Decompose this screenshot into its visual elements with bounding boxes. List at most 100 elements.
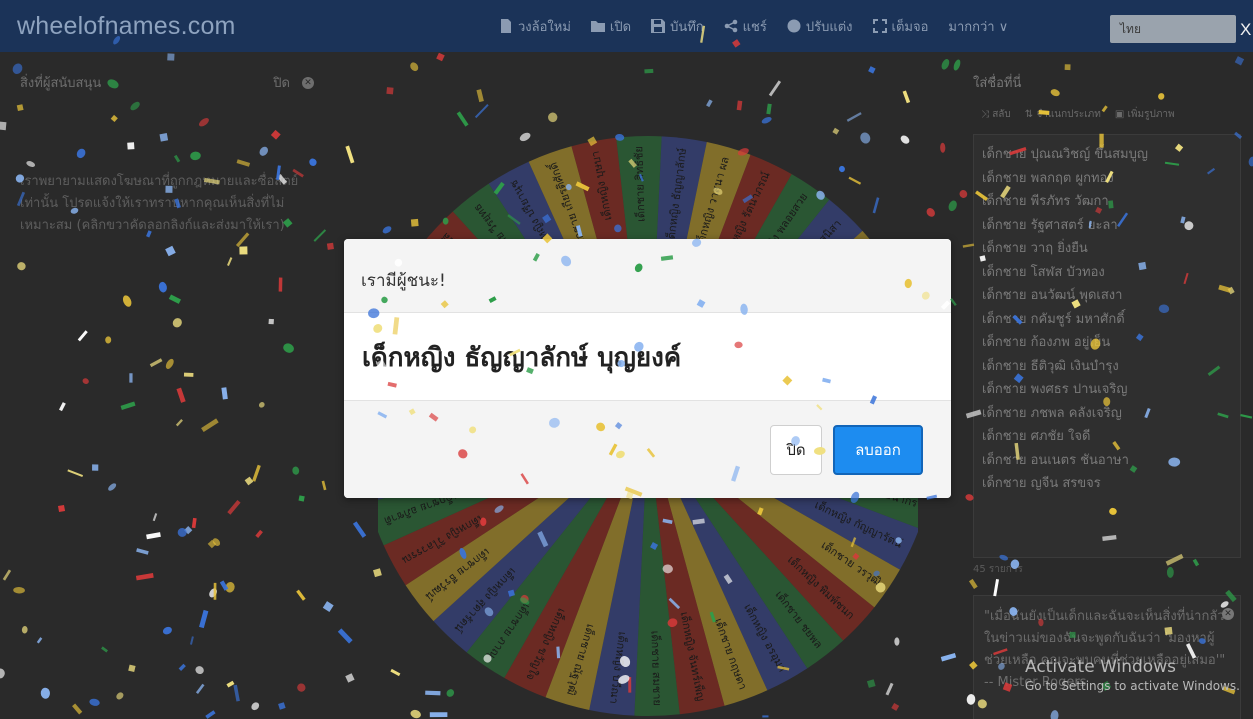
sponsor-header: สิ่งที่ผู้สนับสนุน ปิด ✕ — [20, 72, 320, 93]
sponsor-title: สิ่งที่ผู้สนับสนุน — [20, 76, 102, 91]
confetti-piece — [1248, 156, 1253, 167]
sort-button[interactable]: ⇅ จำแนกประเภท — [1025, 107, 1101, 122]
entries-toolbar: ⤨ สลับ ⇅ จำแนกประเภท ▣ เพิ่มรูปภาพ — [973, 107, 1243, 122]
add-image-button[interactable]: ▣ เพิ่มรูปภาพ — [1115, 107, 1175, 122]
entry-line[interactable]: เด็กชาย ปุณณวิชญ์ ขึ้นสมบูญ — [982, 143, 1232, 167]
confetti-piece — [959, 190, 968, 198]
confetti-piece — [476, 89, 484, 103]
confetti-piece — [410, 62, 419, 72]
confetti-piece — [337, 628, 353, 644]
nav-new-wheel-label: วงล้อใหม่ — [518, 19, 571, 35]
nav-open-label: เปิด — [609, 19, 632, 35]
entry-line[interactable]: เด็กชาย กคัมชูร์ มหาศักดิ์ — [982, 308, 1232, 332]
confetti-piece — [167, 53, 175, 61]
brand-logo[interactable]: wheelofnames.com — [17, 12, 236, 41]
nav-fullscreen[interactable]: เต็มจอ — [872, 16, 929, 37]
nav-more[interactable]: มากกว่า ∨ — [948, 16, 1008, 37]
confetti-piece — [768, 80, 782, 97]
sponsor-close-label[interactable]: ปิด — [273, 72, 290, 93]
confetti-piece — [940, 142, 946, 153]
shuffle-label: สลับ — [992, 109, 1011, 120]
confetti-piece — [941, 59, 950, 70]
confetti-piece — [345, 145, 355, 164]
watermark-subtitle: Go to Settings to activate Windows. — [1025, 679, 1240, 693]
confetti-piece — [644, 68, 654, 74]
confetti-piece — [2, 569, 12, 581]
confetti-piece — [1064, 64, 1071, 71]
confetti-piece — [0, 121, 7, 131]
share-icon — [724, 19, 737, 33]
language-select[interactable]: ไทย — [1110, 15, 1236, 43]
confetti-piece — [352, 521, 367, 538]
confetti-piece — [326, 242, 334, 250]
wheel-segment-label: เด็กชาย สิทธิชัย — [631, 146, 647, 222]
nav-fullscreen-label: เต็มจอ — [891, 19, 929, 35]
remove-button[interactable]: ลบออก — [833, 425, 923, 475]
entry-line[interactable]: เด็กชาย ธีติวุฒิ เงินบำรุง — [982, 355, 1232, 379]
nav-open[interactable]: เปิด — [590, 16, 632, 37]
palette-icon — [787, 19, 801, 33]
entry-line[interactable]: เด็กชาย อนวัฒน์ พุดเสงา — [982, 284, 1232, 308]
confetti-piece — [926, 208, 935, 217]
nav-menu: วงล้อใหม่ เปิด บันทึก แชร์ ปรับแต่ง เต็ม… — [499, 0, 1008, 52]
confetti-piece — [902, 90, 911, 104]
nav-save-label: บันทึก — [670, 19, 704, 35]
nav-save[interactable]: บันทึก — [651, 16, 704, 37]
winner-dialog: เรามีผู้ชนะ! เด็กหญิง ธัญญาลักษ์ บุญยงค์… — [344, 239, 951, 498]
dialog-body: เด็กหญิง ธัญญาลักษ์ บุญยงค์ — [344, 313, 951, 401]
entry-line[interactable]: เด็กชาย ก้องภพ อยู่เย็น — [982, 331, 1232, 355]
entry-line[interactable]: เด็กชาย ศภชัย ใจดี — [982, 425, 1232, 449]
winner-name: เด็กหญิง ธัญญาลักษ์ บุญยงค์ — [362, 343, 682, 373]
entries-panel: ใส่ชื่อที่นี่ ⤨ สลับ ⇅ จำแนกประเภท ▣ เพิ… — [973, 72, 1243, 719]
entry-line[interactable]: เด็กชาย อนเนตร ชันอาษา — [982, 449, 1232, 473]
close-circle-icon[interactable]: ✕ — [1222, 608, 1234, 620]
entries-title: ใส่ชื่อที่นี่ — [973, 76, 1022, 91]
entry-line[interactable]: เด็กชาย พลกฤต ผูกทอง — [982, 167, 1232, 191]
nav-more-label: มากกว่า ∨ — [948, 19, 1009, 35]
nav-customize[interactable]: ปรับแต่ง — [787, 16, 853, 37]
shuffle-button[interactable]: ⤨ สลับ — [981, 107, 1011, 122]
confetti-piece — [940, 652, 957, 662]
folder-icon — [590, 21, 605, 32]
entry-line[interactable]: เด็กชาย ภชพล คลังเจริญ — [982, 402, 1232, 426]
wheel-segment-label: เด็กชาย สมชาย — [648, 630, 664, 706]
entry-line[interactable]: เด็กชาย พีรภัทร วัฒกา — [982, 190, 1232, 214]
close-button[interactable]: ปิด — [770, 425, 822, 475]
confetti-piece — [868, 66, 876, 74]
nav-new-wheel[interactable]: วงล้อใหม่ — [499, 16, 571, 37]
sponsor-panel: สิ่งที่ผู้สนับสนุน ปิด ✕ เราพยายามแสดงโฆ… — [20, 72, 320, 712]
entries-count: 45 รายการ — [973, 564, 1023, 575]
entry-line[interactable]: เด็กชาย วาฤ ยิ่งยืน — [982, 237, 1232, 261]
confetti-piece — [1234, 56, 1245, 66]
close-circle-icon[interactable]: ✕ — [302, 76, 314, 89]
confetti-piece — [0, 668, 5, 679]
save-icon — [651, 19, 666, 33]
nav-share[interactable]: แชร์ — [724, 16, 767, 37]
confetti-piece — [386, 87, 394, 95]
entry-line[interactable]: เด็กชาย รัฐศาสตร์ ยะลา — [982, 214, 1232, 238]
nav-share-label: แชร์ — [742, 19, 767, 35]
entry-line[interactable]: เด็กชาย ญจีน สรขจร — [982, 472, 1232, 496]
confetti-piece — [948, 200, 957, 212]
entry-line[interactable]: เด็กชาย พงศธร ปานเจริญ — [982, 378, 1232, 402]
confetti-piece — [322, 601, 334, 612]
confetti-piece — [345, 673, 355, 683]
add-image-label: เพิ่มรูปภาพ — [1127, 109, 1175, 120]
windows-watermark: Activate Windows Go to Settings to activ… — [1025, 657, 1240, 693]
new-file-icon — [501, 19, 511, 33]
confetti-piece — [436, 52, 445, 62]
confetti-piece — [950, 298, 957, 306]
dialog-header: เรามีผู้ชนะ! — [344, 239, 951, 313]
entry-line[interactable]: เด็กชาย โสฬส บัวทอง — [982, 261, 1232, 285]
confetti-piece — [953, 59, 961, 71]
dialog-title: เรามีผู้ชนะ! — [361, 271, 446, 291]
dialog-footer: ปิด ลบออก — [344, 401, 951, 498]
watermark-title: Activate Windows — [1025, 657, 1176, 677]
close-icon[interactable]: X — [1240, 20, 1251, 40]
fullscreen-icon — [872, 19, 887, 33]
sort-label: จำแนกประเภท — [1036, 109, 1101, 120]
nav-customize-label: ปรับแต่ง — [805, 19, 853, 35]
top-navbar: wheelofnames.com วงล้อใหม่ เปิด บันทึก แ… — [0, 0, 1253, 52]
entries-textarea[interactable]: เด็กชาย ปุณณวิชญ์ ขึ้นสมบูญ เด็กชาย พลกฤต… — [973, 134, 1241, 558]
sponsor-text: เราพยายามแสดงโฆษณาที่ถูกกฎหมายและซื่อสัต… — [20, 174, 299, 233]
